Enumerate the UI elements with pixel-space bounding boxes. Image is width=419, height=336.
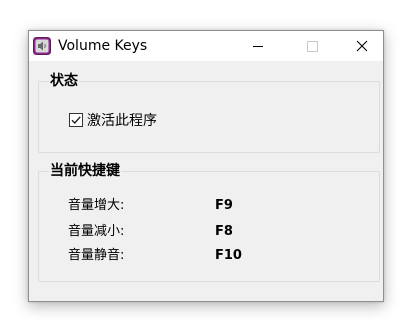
maximize-button[interactable]	[289, 31, 335, 61]
volume-down-key: F8	[215, 224, 233, 239]
enable-program-label[interactable]: 激活此程序	[87, 112, 157, 130]
minimize-button[interactable]	[235, 31, 281, 61]
title-bar[interactable]: Volume Keys	[29, 31, 383, 61]
hotkeys-group-title: 当前快捷键	[49, 163, 121, 179]
volume-mute-label: 音量静音:	[68, 248, 125, 263]
speaker-icon	[33, 37, 51, 55]
volume-up-key: F9	[215, 198, 233, 213]
status-group: 状态 激活此程序	[38, 73, 380, 153]
minimize-icon	[253, 46, 263, 47]
volume-up-label: 音量增大:	[68, 198, 125, 213]
checkmark-icon	[71, 116, 81, 125]
maximize-icon	[307, 41, 318, 52]
volume-keys-window: Volume Keys 状态 激活此程序 当前快捷键 音量增大: F9 音量减小…	[28, 30, 384, 302]
close-icon	[356, 40, 368, 52]
close-button[interactable]	[343, 31, 383, 61]
volume-mute-key: F10	[215, 248, 242, 263]
hotkeys-group: 当前快捷键 音量增大: F9 音量减小: F8 音量静音: F10	[38, 163, 380, 282]
status-group-title: 状态	[49, 73, 79, 89]
checkbox-box[interactable]	[69, 113, 83, 127]
window-title: Volume Keys	[58, 38, 148, 54]
volume-down-label: 音量减小:	[68, 224, 125, 239]
